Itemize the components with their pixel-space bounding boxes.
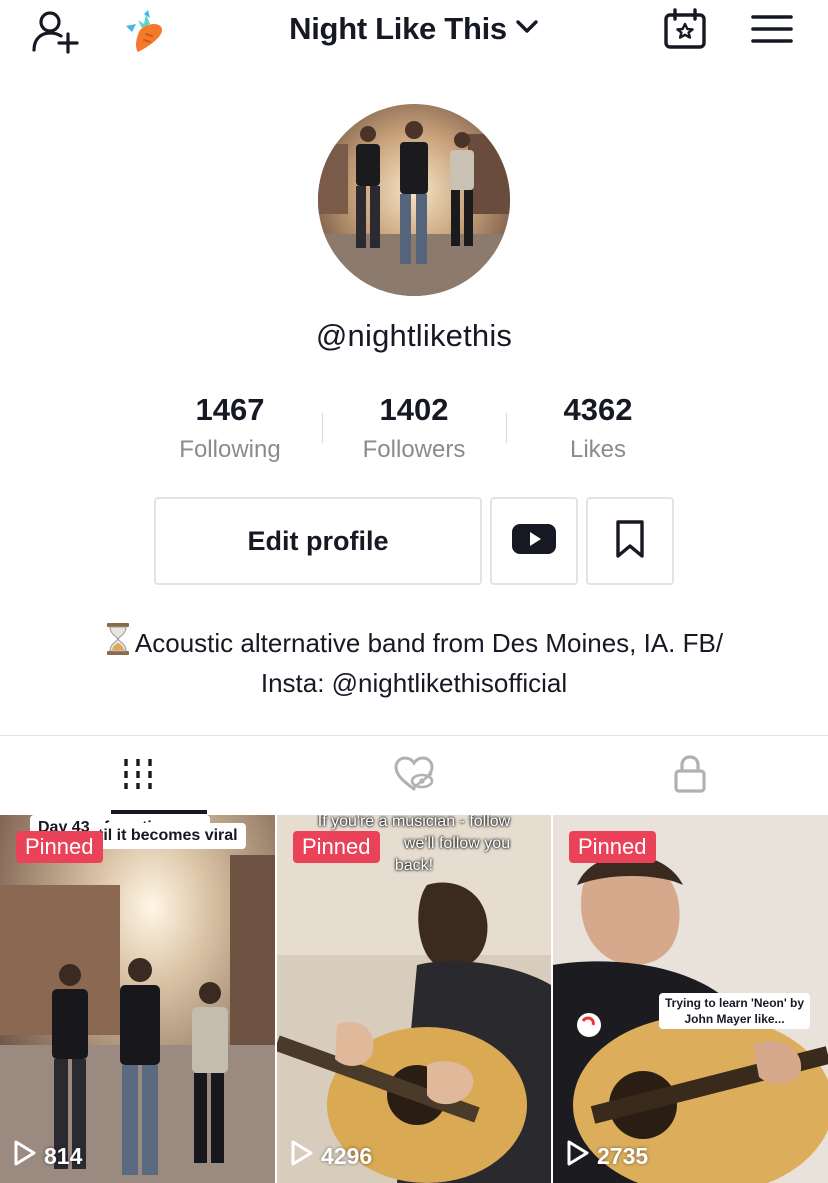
play-icon bbox=[565, 1139, 591, 1173]
tab-videos[interactable] bbox=[0, 736, 276, 816]
bio-text-line1: Acoustic alternative band from Des Moine… bbox=[134, 628, 724, 658]
menu-icon[interactable] bbox=[748, 8, 796, 50]
chevron-down-icon bbox=[515, 19, 539, 40]
video-caption: we'll follow you bbox=[403, 835, 511, 852]
video-thumbnail[interactable]: Trying to learn 'Neon' by John Mayer lik… bbox=[553, 815, 828, 1183]
stat-followers[interactable]: 1402 Followers bbox=[324, 390, 504, 468]
video-caption-line: Trying to learn 'Neon' by bbox=[665, 996, 805, 1010]
calendar-star-icon[interactable] bbox=[660, 6, 710, 52]
bookmark-button[interactable] bbox=[586, 497, 674, 585]
pinned-badge: Pinned bbox=[569, 831, 656, 863]
liked-hidden-icon bbox=[393, 755, 435, 797]
pinned-badge: Pinned bbox=[293, 831, 380, 863]
view-count-text: 2735 bbox=[597, 1142, 649, 1169]
avatar[interactable] bbox=[318, 104, 510, 296]
stat-likes[interactable]: 4362 Likes bbox=[508, 390, 688, 468]
youtube-icon bbox=[511, 522, 557, 561]
view-count: 814 bbox=[12, 1139, 82, 1173]
top-bar: Night Like This bbox=[0, 0, 828, 64]
video-caption: back! bbox=[394, 857, 434, 874]
view-count-text: 4296 bbox=[321, 1142, 373, 1169]
view-count-text: 814 bbox=[44, 1142, 83, 1169]
videos-grid-icon bbox=[121, 757, 155, 796]
play-icon bbox=[289, 1139, 315, 1173]
stat-following[interactable]: 1467 Following bbox=[140, 390, 320, 468]
stat-value: 4362 bbox=[563, 392, 633, 427]
stat-label: Followers bbox=[362, 436, 466, 463]
video-thumbnail[interactable]: Day 43 of posting our til it becomes vir… bbox=[0, 815, 275, 1183]
profile-tabs bbox=[0, 735, 828, 815]
video-grid: Day 43 of posting our til it becomes vir… bbox=[0, 815, 828, 1183]
bookmark-icon bbox=[614, 519, 646, 564]
view-count: 2735 bbox=[565, 1139, 648, 1173]
edit-profile-button[interactable]: Edit profile bbox=[154, 497, 482, 585]
video-caption-line: John Mayer like... bbox=[684, 1012, 785, 1026]
profile-bio: Acoustic alternative band from Des Moine… bbox=[40, 622, 788, 701]
play-icon bbox=[12, 1139, 38, 1173]
lock-icon bbox=[673, 754, 707, 799]
video-thumbnail[interactable]: If you're a musician - follow we'll foll… bbox=[277, 815, 551, 1183]
bio-text-line2: Insta: @nightlikethisofficial bbox=[260, 668, 568, 698]
stat-value: 1467 bbox=[195, 392, 265, 427]
view-count: 4296 bbox=[289, 1139, 372, 1173]
stat-divider bbox=[506, 413, 507, 443]
pinned-badge: Pinned bbox=[16, 831, 103, 863]
username: @nightlikethis bbox=[315, 318, 513, 353]
stat-value: 1402 bbox=[379, 392, 449, 427]
stat-label: Following bbox=[179, 436, 281, 463]
page-title: Night Like This bbox=[289, 11, 507, 46]
stat-label: Likes bbox=[569, 436, 627, 463]
active-tab-indicator bbox=[111, 810, 207, 814]
youtube-button[interactable] bbox=[490, 497, 578, 585]
video-caption: til it becomes viral bbox=[90, 823, 246, 849]
video-caption: Trying to learn 'Neon' by John Mayer lik… bbox=[659, 993, 811, 1029]
tab-liked[interactable] bbox=[276, 736, 552, 816]
tab-private[interactable] bbox=[552, 736, 828, 816]
hourglass-icon bbox=[105, 622, 131, 665]
stat-divider bbox=[322, 413, 323, 443]
